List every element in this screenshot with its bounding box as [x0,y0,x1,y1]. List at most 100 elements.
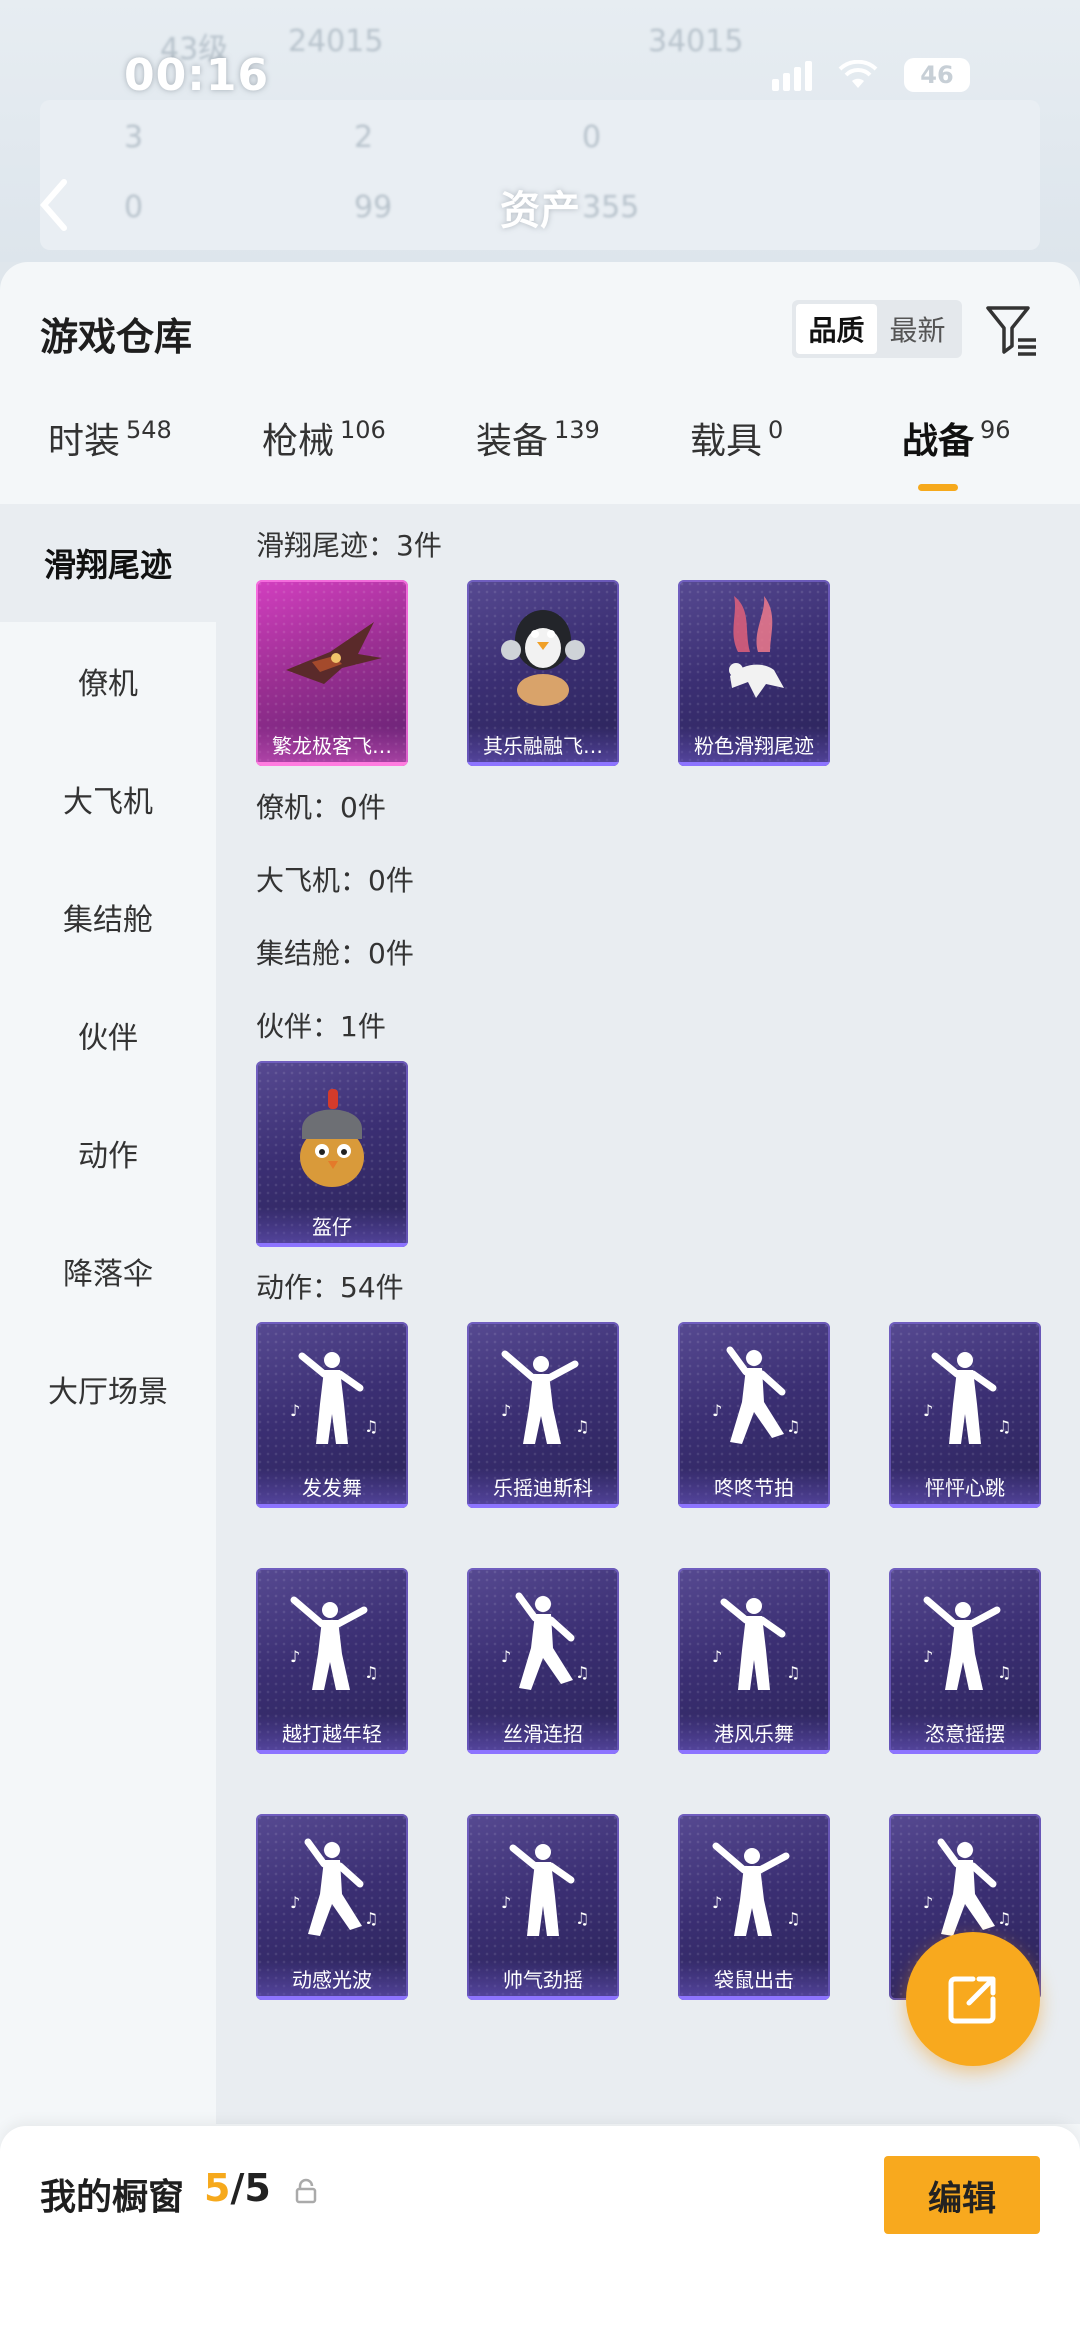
item-card[interactable]: 繁龙极客飞… [256,580,408,766]
dancer-silhouette-image: ♪♫ [712,1842,800,1936]
helmet-chick-image [300,1089,364,1187]
showcase-count: 5/5 [204,2166,271,2210]
tab-count: 106 [340,416,386,444]
svg-text:♪: ♪ [712,1401,722,1420]
svg-text:♪: ♪ [923,1401,933,1420]
item-name: 丝滑连招 [467,1714,619,1754]
svg-text:♪: ♪ [290,1893,300,1912]
sheet-title: 游戏仓库 [40,315,193,359]
dancer-silhouette-image: ♪♫ [712,1598,800,1690]
svg-text:♫: ♫ [575,1417,589,1436]
svg-text:♪: ♪ [712,1647,722,1666]
svg-text:♪: ♪ [290,1647,300,1666]
item-card[interactable]: ♪ ♫ 乐摇迪斯科 [467,1322,619,1508]
tab-fashion[interactable]: 时装 548 [48,412,172,504]
item-card[interactable]: ♪ ♫ 怦怦心跳 [889,1322,1041,1508]
item-card[interactable]: 其乐融融飞… [467,580,619,766]
svg-text:♫: ♫ [786,1417,800,1436]
svg-text:♫: ♫ [997,1417,1011,1436]
bg-stat-1: 3 [124,120,144,155]
cellular-signal-icon [772,59,812,91]
penguin-glider-image [501,610,585,706]
bg-stat-6: 355 [582,190,640,225]
sidebar-item-wingman[interactable]: 僚机 [0,622,216,740]
sidebar-item-partner[interactable]: 伙伴 [0,976,216,1094]
svg-text:♪: ♪ [923,1647,933,1666]
tab-label: 战备 [902,421,975,462]
item-name: 怦怦心跳 [889,1468,1041,1508]
filter-icon[interactable] [984,302,1040,358]
item-card[interactable]: ♪ ♫ 越打越年轻 [256,1568,408,1754]
showcase-bar: 我的橱窗 5/5 编辑 [0,2126,1080,2347]
item-card[interactable]: ♪ ♫ 恣意摇摆 [889,1568,1041,1754]
item-name: 帅气劲摇 [467,1960,619,2000]
item-card[interactable]: ♪ ♫ 动感光波 [256,1814,408,2000]
section-heading-partner: 伙伴：1件 [256,1010,386,1043]
item-name: 繁龙极客飞… [256,726,408,766]
tab-firearms[interactable]: 枪械 106 [262,412,386,504]
game-warehouse-sheet: 游戏仓库 品质 最新 时装 548 枪械 106 装备 139 载具 0 战备 … [0,262,1080,2347]
tab-equipment[interactable]: 装备 139 [476,412,600,504]
share-export-button[interactable] [906,1932,1040,2066]
dancer-silhouette-image: ♪♫ [923,1352,1011,1444]
sidebar-item-glide-trail[interactable]: 滑翔尾迹 [0,504,216,622]
back-arrow-icon[interactable] [38,178,68,232]
bg-score-text: 34015 [648,24,744,59]
svg-text:♫: ♫ [364,1417,378,1436]
tab-count: 96 [980,416,1011,444]
tab-count: 0 [768,416,784,444]
sort-newest-button[interactable]: 最新 [877,304,958,354]
svg-text:♫: ♫ [575,1909,589,1928]
svg-text:♫: ♫ [786,1909,800,1928]
background-page-title: 资产 [500,188,580,234]
dragon-glider-image [286,622,382,684]
svg-text:♫: ♫ [364,1909,378,1928]
item-card[interactable]: ♪ ♫ 丝滑连招 [467,1568,619,1754]
item-card[interactable]: ♪ ♫ 袋鼠出击 [678,1814,830,2000]
tab-count: 548 [126,416,172,444]
svg-text:♪: ♪ [501,1893,511,1912]
item-name: 其乐融融飞… [467,726,619,766]
status-time: 00:16 [124,50,270,101]
tab-count: 139 [554,416,600,444]
sidebar-item-big-plane[interactable]: 大飞机 [0,740,216,858]
item-card[interactable]: ♪ ♫ 发发舞 [256,1322,408,1508]
active-tab-indicator [918,484,958,491]
showcase-count-total: 5 [244,2166,271,2210]
bg-stat-3: 0 [582,120,602,155]
tab-vehicles[interactable]: 载具 0 [690,412,783,504]
dancer-silhouette-image: ♪♫ [501,1844,589,1936]
svg-text:♪: ♪ [501,1401,511,1420]
item-card[interactable]: ♪ ♫ 帅气劲摇 [467,1814,619,2000]
svg-text:♫: ♫ [997,1663,1011,1682]
sidebar-item-parachute[interactable]: 降落伞 [0,1212,216,1330]
tab-label: 装备 [476,421,549,462]
svg-text:♪: ♪ [290,1401,300,1420]
edit-button[interactable]: 编辑 [884,2156,1040,2234]
wifi-icon [838,60,878,88]
dancer-silhouette-image: ♪♫ [290,1596,378,1690]
svg-text:♫: ♫ [997,1909,1011,1928]
item-card[interactable]: ♪ ♫ 港风乐舞 [678,1568,830,1754]
sidebar-item-lobby-scene[interactable]: 大厅场景 [0,1330,216,1448]
section-heading-glide-trail: 滑翔尾迹：3件 [256,529,442,562]
dancer-silhouette-image: ♪♫ [501,1350,589,1444]
item-card[interactable]: ♪ ♫ 咚咚节拍 [678,1322,830,1508]
dancer-silhouette-image: ♪♫ [712,1346,800,1444]
section-heading-wingman: 僚机：0件 [256,791,386,824]
item-card[interactable]: 盔仔 [256,1061,408,1247]
dancer-silhouette-image: ♪♫ [290,1352,378,1444]
svg-text:♫: ♫ [786,1663,800,1682]
sort-quality-button[interactable]: 品质 [796,304,877,354]
sidebar-item-assembly-capsule[interactable]: 集结舱 [0,858,216,976]
item-name: 乐摇迪斯科 [467,1468,619,1508]
battery-indicator: 46 [904,58,970,92]
item-list: 滑翔尾迹：3件 繁龙极客飞… 其乐融融飞… 粉色滑翔尾迹 僚机：0件 大飞机：0… [216,504,1080,2124]
svg-text:♪: ♪ [501,1647,511,1666]
tab-label: 时装 [48,421,121,462]
svg-text:♪: ♪ [923,1893,933,1912]
tab-label: 载具 [690,421,763,462]
sidebar-item-emote[interactable]: 动作 [0,1094,216,1212]
item-name: 恣意摇摆 [889,1714,1041,1754]
item-card[interactable]: 粉色滑翔尾迹 [678,580,830,766]
